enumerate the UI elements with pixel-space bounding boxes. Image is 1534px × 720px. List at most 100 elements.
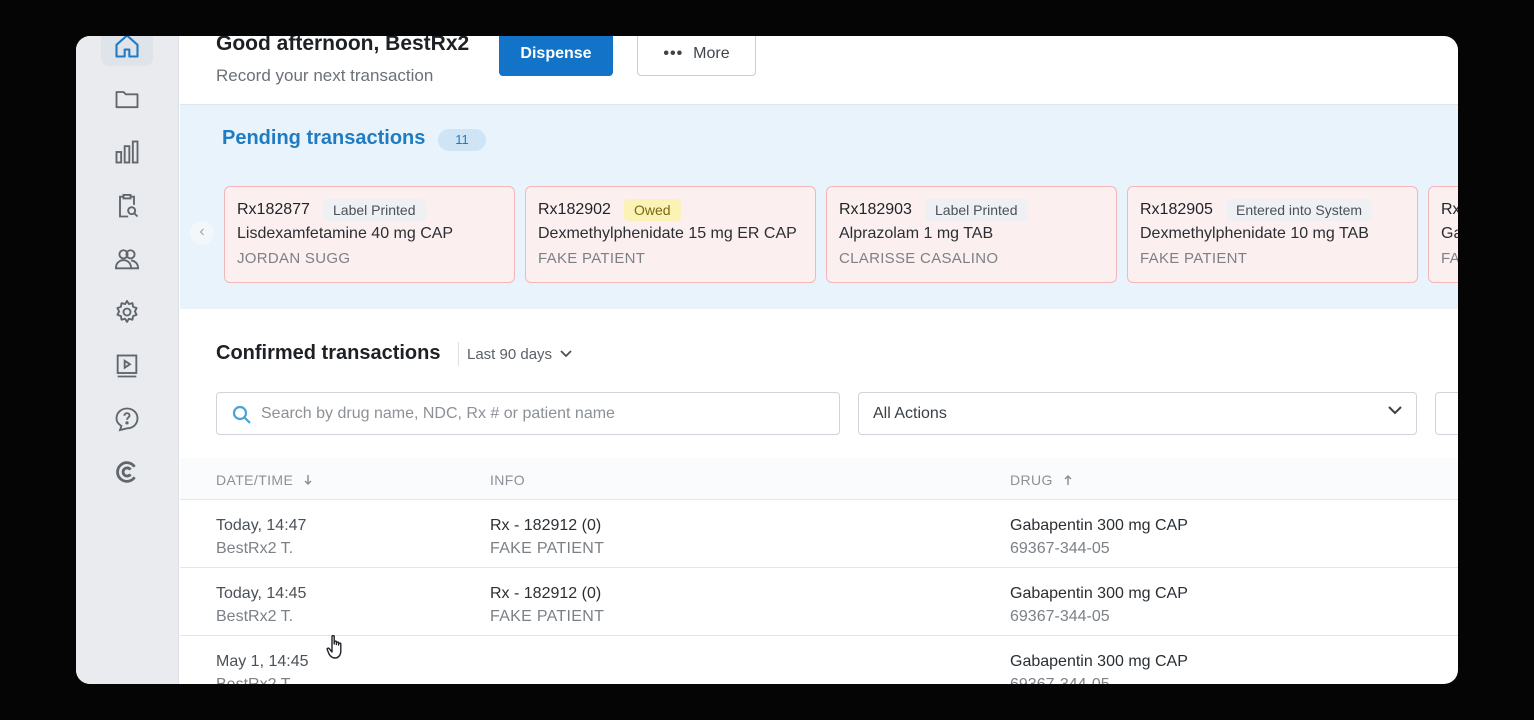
cell-datetime: Today, 14:45 BestRx2 T.	[216, 582, 306, 628]
card-rx-number: Rx	[1441, 201, 1458, 218]
actions-filter-label: All Actions	[873, 405, 947, 422]
row-drug: Gabapentin 300 mg CAP	[1010, 517, 1188, 534]
actions-filter-select[interactable]: All Actions	[858, 392, 1417, 435]
column-header-info[interactable]: INFO	[490, 472, 525, 488]
pending-card[interactable]: Rx182877 Label Printed Lisdexamfetamine …	[224, 186, 515, 283]
gear-icon	[116, 299, 138, 323]
row-drug: Gabapentin 300 mg CAP	[1010, 585, 1188, 602]
cell-datetime: Today, 14:47 BestRx2 T.	[216, 514, 306, 560]
search-input[interactable]	[261, 393, 831, 434]
chevron-left-icon: ‹	[199, 223, 205, 240]
confirmed-title: Confirmed transactions	[216, 342, 441, 364]
cell-info: Rx - 182912 (0) FAKE PATIENT	[490, 582, 604, 628]
pending-card[interactable]: Rx182903 Label Printed Alprazolam 1 mg T…	[826, 186, 1117, 283]
hand-cursor-icon	[326, 634, 342, 659]
greeting-subtitle: Record your next transaction	[216, 66, 434, 85]
more-dots-icon: •••	[663, 45, 684, 62]
card-status-badge: Entered into System	[1226, 199, 1373, 221]
row-user: BestRx2 T.	[216, 540, 294, 557]
pending-card[interactable]: Rx182902 Owed Dexmethylphenidate 15 mg E…	[525, 186, 816, 283]
card-rx-number: Rx182905	[1140, 201, 1213, 218]
row-user: BestRx2 T.	[216, 673, 309, 684]
pending-card[interactable]: Rx182905 Entered into System Dexmethylph…	[1127, 186, 1418, 283]
users-icon	[114, 249, 140, 270]
cell-datetime: May 1, 14:45 BestRx2 T.	[216, 650, 309, 684]
carousel-prev-button[interactable]: ‹	[190, 221, 214, 245]
sidebar-item-files[interactable]	[101, 79, 153, 119]
greeting-title: Good afternoon, BestRx2	[216, 36, 470, 55]
column-header-drug[interactable]: DRUG	[1010, 472, 1073, 488]
card-patient: FAKE PATIENT	[538, 250, 646, 267]
sort-up-icon	[1064, 474, 1072, 485]
clipboard-search-icon	[119, 193, 139, 218]
card-drug: Dexmethylphenidate 15 mg ER CAP	[538, 225, 797, 242]
card-status-badge: Label Printed	[323, 199, 426, 221]
sidebar-item-settings[interactable]	[101, 292, 153, 332]
row-time: Today, 14:47	[216, 517, 307, 534]
card-drug: Lisdexamfetamine 40 mg CAP	[237, 225, 454, 242]
app-window: Good afternoon, BestRx2 Record your next…	[76, 36, 1458, 684]
sidebar-item-home[interactable]	[101, 36, 153, 66]
folder-icon	[115, 91, 139, 109]
table-header: DATE/TIME INFO DRUG	[180, 458, 1458, 500]
sidebar	[76, 36, 179, 684]
sidebar-item-audit[interactable]	[101, 186, 153, 226]
home-icon	[115, 36, 139, 58]
card-drug: Alprazolam 1 mg TAB	[839, 225, 994, 242]
card-rx-number: Rx182903	[839, 201, 912, 218]
sort-down-icon	[304, 475, 312, 486]
cell-info: Rx - 182912 (0) FAKE PATIENT	[490, 514, 604, 560]
chevron-down-icon	[560, 350, 572, 358]
dispense-button[interactable]: Dispense	[499, 36, 613, 76]
column-header-label: DATE/TIME	[216, 472, 294, 488]
table-row[interactable]: Today, 14:45 BestRx2 T. Rx - 182912 (0) …	[180, 568, 1458, 636]
cell-drug: Gabapentin 300 mg CAP 69367-344-05	[1010, 582, 1188, 628]
card-rx-number: Rx182902	[538, 201, 611, 218]
date-range-label: Last 90 days	[467, 345, 553, 363]
sidebar-item-brand[interactable]	[101, 452, 153, 492]
card-drug: Dexmethylphenidate 10 mg TAB	[1140, 225, 1369, 242]
row-patient: FAKE PATIENT	[490, 608, 605, 625]
chevron-down-icon	[1388, 406, 1402, 415]
pending-transactions-panel: Pending transactions 11 ‹ Rx182877 Label…	[180, 104, 1458, 309]
card-drug: Ga	[1441, 225, 1458, 242]
main-content: Good afternoon, BestRx2 Record your next…	[180, 36, 1458, 684]
row-drug: Gabapentin 300 mg CAP	[1010, 653, 1188, 670]
search-icon	[232, 405, 251, 424]
more-button[interactable]: ••• More	[637, 36, 756, 76]
card-patient: FAKE PATIENT	[1140, 250, 1248, 267]
help-icon	[115, 407, 139, 432]
row-ndc: 69367-344-05	[1010, 608, 1110, 625]
sidebar-item-help[interactable]	[101, 399, 153, 439]
table-row[interactable]: May 1, 14:45 BestRx2 T. Gabapentin 300 m…	[180, 636, 1458, 684]
card-patient: FA	[1441, 250, 1458, 267]
card-status-badge: Owed	[624, 199, 681, 221]
row-rx: Rx - 182912 (0)	[490, 585, 602, 602]
date-range-select[interactable]: Last 90 days	[458, 342, 572, 366]
card-patient: CLARISSE CASALINO	[839, 250, 999, 267]
row-user: BestRx2 T.	[216, 608, 294, 625]
bar-chart-icon	[115, 140, 139, 164]
video-book-icon	[116, 354, 138, 378]
more-button-label: More	[693, 45, 730, 62]
column-header-datetime[interactable]: DATE/TIME	[216, 472, 313, 488]
row-patient: FAKE PATIENT	[490, 540, 605, 557]
sidebar-item-tutorials[interactable]	[101, 346, 153, 386]
search-field[interactable]	[216, 392, 840, 435]
table-row[interactable]: Today, 14:47 BestRx2 T. Rx - 182912 (0) …	[180, 500, 1458, 568]
row-ndc: 69367-344-05	[1010, 540, 1110, 557]
row-time: May 1, 14:45	[216, 653, 309, 670]
sidebar-item-reports[interactable]	[101, 132, 153, 172]
row-rx: Rx - 182912 (0)	[490, 517, 602, 534]
pending-card[interactable]: Rx Ga FA	[1428, 186, 1458, 283]
card-status-badge: Label Printed	[925, 199, 1028, 221]
brand-logo-icon	[116, 461, 136, 483]
column-header-label: INFO	[490, 472, 526, 488]
pending-title: Pending transactions	[222, 127, 426, 149]
sidebar-item-patients[interactable]	[101, 239, 153, 279]
card-patient: JORDAN SUGG	[237, 250, 351, 267]
card-rx-number: Rx182877	[237, 201, 310, 218]
cell-drug: Gabapentin 300 mg CAP 69367-344-05	[1010, 514, 1188, 560]
secondary-filter-select[interactable]	[1435, 392, 1458, 435]
cell-drug: Gabapentin 300 mg CAP 69367-344-05	[1010, 650, 1188, 684]
